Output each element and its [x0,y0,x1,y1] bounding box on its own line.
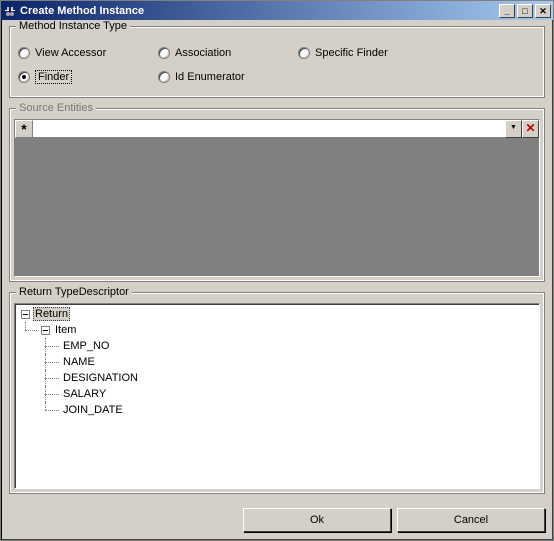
radio-specific-finder[interactable]: Specific Finder [298,41,438,65]
delete-row-button[interactable]: ✕ [522,120,539,138]
radio-finder[interactable]: Finder [18,65,158,89]
dialog-buttons: Ok Cancel [1,500,553,540]
radio-row-2: Finder Id Enumerator [18,65,536,89]
tree-node-field[interactable]: EMP_NO [17,338,537,354]
radio-label: View Accessor [35,47,106,59]
new-row-indicator: * [15,120,33,138]
content-area: Method Instance Type View Accessor Assoc… [1,20,553,500]
radio-icon [18,71,30,83]
return-type-descriptor-group: Return TypeDescriptor Return Item EMP_NO… [9,292,545,494]
source-entities-grid[interactable]: * ▼ ✕ [14,119,540,277]
close-button[interactable]: ✕ [535,4,551,18]
tree-label: Item [53,324,78,336]
radio-id-enumerator[interactable]: Id Enumerator [158,65,298,89]
ok-button[interactable]: Ok [243,508,391,532]
tree-node-return[interactable]: Return [17,306,537,322]
tree-node-field[interactable]: DESIGNATION [17,370,537,386]
tree-node-field[interactable]: NAME [17,354,537,370]
radio-association[interactable]: Association [158,41,298,65]
radio-label: Association [175,47,231,59]
radio-row-1: View Accessor Association Specific Finde… [18,41,536,65]
tree-label: DESIGNATION [61,372,140,384]
collapse-icon[interactable] [41,326,50,335]
dialog-window: Create Method Instance _ □ ✕ Method Inst… [0,0,554,541]
titlebar: Create Method Instance _ □ ✕ [1,1,553,20]
maximize-button[interactable]: □ [517,4,533,18]
radio-label: Specific Finder [315,47,388,59]
grid-new-row[interactable]: * ▼ ✕ [15,120,539,138]
tree-label: JOIN_DATE [61,404,125,416]
radio-icon [298,47,310,59]
dropdown-icon[interactable]: ▼ [505,120,522,138]
type-descriptor-tree[interactable]: Return Item EMP_NO NAME DESIGNATION SALARY J… [14,303,540,489]
entity-cell[interactable] [33,120,505,138]
tree-label: Return [33,307,70,321]
tree-node-item[interactable]: Item [17,322,537,338]
cancel-button[interactable]: Cancel [397,508,545,532]
radio-icon [158,71,170,83]
titlebar-buttons: _ □ ✕ [497,4,551,18]
tree-node-field[interactable]: JOIN_DATE [17,402,537,418]
window-title: Create Method Instance [20,5,497,17]
radio-icon [18,47,30,59]
group-label: Return TypeDescriptor [16,286,132,298]
minimize-button[interactable]: _ [499,4,515,18]
tree-node-field[interactable]: SALARY [17,386,537,402]
collapse-icon[interactable] [21,310,30,319]
radio-label: Id Enumerator [175,71,245,83]
method-instance-type-group: Method Instance Type View Accessor Assoc… [9,26,545,98]
app-icon [3,4,17,18]
radio-label: Finder [35,70,72,84]
radio-view-accessor[interactable]: View Accessor [18,41,158,65]
radio-icon [158,47,170,59]
group-label: Method Instance Type [16,20,130,32]
source-entities-group: Source Entities * ▼ ✕ [9,108,545,282]
tree-label: NAME [61,356,97,368]
tree-label: SALARY [61,388,108,400]
group-label: Source Entities [16,102,96,114]
tree-label: EMP_NO [61,340,111,352]
